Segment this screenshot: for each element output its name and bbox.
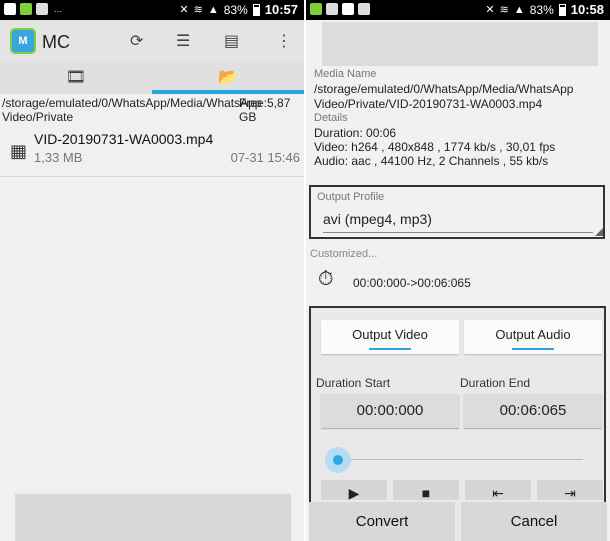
- details-label: Details: [314, 112, 348, 124]
- tab-output-video[interactable]: Output Video: [321, 320, 459, 354]
- free-space: Free:5,87 GB: [239, 96, 291, 124]
- seek-slider-track[interactable]: [337, 459, 583, 460]
- ad-banner: [15, 494, 291, 541]
- file-size: 1,33 MB: [34, 150, 83, 165]
- set-end-button[interactable]: ⇥: [537, 480, 603, 500]
- film-icon: ▦: [10, 141, 28, 161]
- media-name: /storage/emulated/0/WhatsApp/Media/Whats…: [314, 82, 574, 111]
- path-row: /storage/emulated/0/WhatsApp/Media/Whats…: [0, 95, 304, 125]
- output-profile-label: Output Profile: [317, 191, 385, 203]
- duration-start-button[interactable]: 00:00:000: [321, 394, 459, 428]
- list-item[interactable]: ▦ VID-20190731-WA0003.mp4 1,33 MB 07-31 …: [0, 127, 304, 177]
- mute-icon: ✕: [485, 4, 495, 16]
- cancel-button[interactable]: Cancel: [461, 502, 607, 541]
- customized-label: Customized...: [310, 248, 378, 260]
- app-notification-icon: [20, 3, 32, 15]
- right-screen: ✕ ≋ ▲ 83% 10:58 Media Name /storage/emul…: [306, 0, 610, 541]
- battery-icon: [558, 3, 566, 16]
- app-logo: M: [10, 28, 36, 54]
- ad-banner: [322, 22, 598, 66]
- signal-icon: ▲: [207, 3, 219, 16]
- status-bar: … ✕ ≋ ▲ 83% 10:57: [0, 0, 304, 20]
- output-profile-box: Output Profile avi (mpeg4, mp3): [309, 185, 605, 239]
- app-notification-icon: [310, 3, 322, 15]
- convert-button[interactable]: Convert: [309, 502, 455, 541]
- current-path: /storage/emulated/0/WhatsApp/Media/Whats…: [2, 96, 262, 124]
- dropdown-arrow-icon: [595, 228, 603, 236]
- overflow-menu-icon[interactable]: ⋮: [276, 31, 292, 51]
- signal-icon: ▲: [513, 3, 525, 16]
- wifi-icon: ≋: [193, 4, 203, 16]
- detail-video: Video: h264 , 480x848 , 1774 kb/s , 30,0…: [314, 140, 556, 154]
- duration-end-button[interactable]: 00:06:065: [464, 394, 602, 428]
- output-profile-select[interactable]: avi (mpeg4, mp3): [323, 211, 593, 233]
- set-start-icon: ⇤: [492, 485, 504, 500]
- file-name: VID-20190731-WA0003.mp4: [34, 131, 214, 147]
- checklist-icon[interactable]: ☰: [176, 31, 190, 51]
- clock: 10:57: [264, 2, 298, 17]
- time-range: 00:00:000->00:06:065: [353, 276, 471, 290]
- stop-button[interactable]: ■: [393, 480, 459, 500]
- left-screen: … ✕ ≋ ▲ 83% 10:57 M MC ⟳ ☰ ▤ ⋮ 🎞 📂 /stor…: [0, 0, 304, 541]
- battery-icon: [252, 3, 260, 16]
- notification-icon: [342, 3, 354, 15]
- square-notification-icon: [358, 3, 370, 15]
- battery-percent: 83%: [223, 2, 248, 17]
- battery-percent: 83%: [529, 2, 554, 17]
- file-date: 07-31 15:46: [230, 150, 300, 165]
- tab-output-audio[interactable]: Output Audio: [464, 320, 602, 354]
- wifi-icon: ≋: [499, 4, 509, 16]
- timer-settings-icon[interactable]: ⏱: [318, 268, 334, 291]
- app-bar: M MC ⟳ ☰ ▤ ⋮: [0, 20, 304, 62]
- play-button[interactable]: ▶: [321, 480, 387, 500]
- app-title: MC: [42, 32, 70, 52]
- notification-icon: [4, 3, 16, 15]
- media-name-label: Media Name: [314, 68, 377, 80]
- clock: 10:58: [570, 2, 604, 17]
- detail-audio: Audio: aac , 44100 Hz, 2 Channels , 55 k…: [314, 154, 549, 168]
- mute-icon: ✕: [179, 4, 189, 16]
- refresh-icon[interactable]: ⟳: [130, 31, 143, 51]
- play-icon: ▶: [348, 485, 360, 500]
- tab-videos[interactable]: 🎞: [0, 62, 152, 94]
- import-icon[interactable]: ▤: [224, 31, 239, 51]
- tab-folders[interactable]: 📂: [152, 62, 304, 94]
- set-start-button[interactable]: ⇤: [465, 480, 531, 500]
- folder-open-icon: 📂: [218, 69, 238, 86]
- gallery-notification-icon: [326, 3, 338, 15]
- stop-icon: ■: [421, 485, 431, 500]
- set-end-icon: ⇥: [564, 485, 576, 500]
- tab-bar: 🎞 📂: [0, 62, 304, 94]
- duration-end-label: Duration End: [460, 376, 531, 390]
- seek-slider-thumb[interactable]: [333, 455, 343, 465]
- more-notifications-icon: …: [53, 4, 63, 14]
- status-bar: ✕ ≋ ▲ 83% 10:58: [306, 0, 610, 20]
- gallery-notification-icon: [36, 3, 48, 15]
- film-icon: 🎞: [65, 69, 87, 86]
- detail-duration: Duration: 00:06: [314, 126, 397, 140]
- duration-start-label: Duration Start: [316, 376, 391, 390]
